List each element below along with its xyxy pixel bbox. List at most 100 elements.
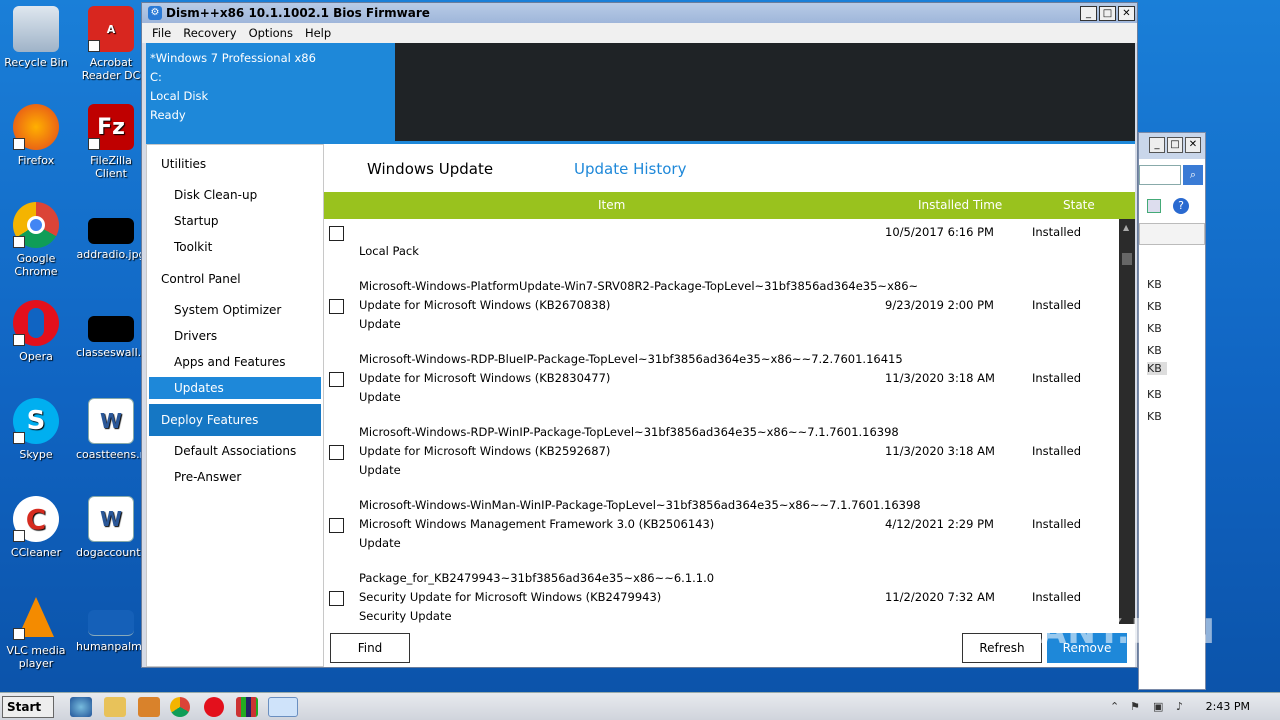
desktop-icon-ccleaner[interactable]: C CCleaner [1,496,71,559]
desktop-icon-dogaccounting[interactable]: W dogaccounti... [76,496,154,559]
maximize-icon[interactable]: □ [1167,137,1183,153]
desktop-icon-filezilla[interactable]: Fz FileZilla Client [76,104,146,180]
list-item[interactable]: Microsoft-Windows-WinMan-WinIP-Package-T… [324,491,1119,564]
opera-icon[interactable] [204,697,224,717]
row-title: Microsoft Windows Management Framework 3… [359,517,715,531]
column-item[interactable]: Item [598,192,625,219]
row-installed-time: 11/3/2020 3:18 AM [885,371,995,385]
explorer-icon[interactable] [104,697,126,717]
menu-recovery[interactable]: Recovery [177,26,242,40]
desktop-icon-label: Acrobat Reader DC [81,56,141,82]
vertical-scrollbar[interactable]: ▲ [1119,219,1135,624]
desktop-icon-chrome[interactable]: Google Chrome [1,202,71,278]
sidebar-group-deploy-features[interactable]: Deploy Features [149,404,321,436]
row-checkbox[interactable] [329,518,344,533]
volume-icon[interactable]: ♪ [1176,700,1183,713]
network-icon[interactable]: ▣ [1153,700,1163,713]
row-installed-time: 11/3/2020 3:18 AM [885,444,995,458]
winrar-icon[interactable] [236,697,258,717]
file-size: KB [1147,388,1162,401]
session-info-panel[interactable]: *Windows 7 Professional x86 C: Local Dis… [146,43,395,141]
dism-app-icon: ⚙ [148,6,162,20]
row-category: Update [359,536,401,550]
desktop-icon-label: classeswall.jpg [76,346,159,359]
sidebar-group-utilities[interactable]: Utilities [147,153,325,175]
sidebar-item-updates[interactable]: Updates [149,377,321,399]
find-button[interactable]: Find [330,633,410,663]
sidebar-item-apps-features[interactable]: Apps and Features [174,351,286,373]
column-state[interactable]: State [1063,192,1095,219]
refresh-button[interactable]: Refresh [962,633,1042,663]
dism-taskbar-icon[interactable] [268,697,298,717]
desktop-icon-label: CCleaner [10,546,62,559]
list-item[interactable]: Microsoft-Windows-RDP-BlueIP-Package-Top… [324,345,1119,418]
filezilla-icon: Fz [88,104,134,150]
sidebar-item-system-optimizer[interactable]: System Optimizer [174,299,281,321]
desktop-icon-coastteens[interactable]: W coastteens.rtf [76,398,152,461]
tray-expand-icon[interactable]: ⌃ [1110,700,1119,713]
desktop-icon-opera[interactable]: Opera [1,300,71,363]
desktop-icon-skype[interactable]: S Skype [1,398,71,461]
sidebar-item-startup[interactable]: Startup [174,210,219,232]
row-checkbox[interactable] [329,226,344,241]
row-title: Local Pack [359,244,419,258]
row-title: Update for Microsoft Windows (KB2670838) [359,298,611,312]
help-icon[interactable]: ? [1173,198,1189,214]
sidebar-item-default-associations[interactable]: Default Associations [174,440,296,462]
menu-help[interactable]: Help [299,26,337,40]
ie-icon[interactable] [70,697,92,717]
scrollbar-thumb[interactable] [1122,253,1132,265]
sidebar-item-disk-cleanup[interactable]: Disk Clean-up [174,184,257,206]
watermark-logo: ANY.RUN [1040,612,1216,652]
sidebar-group-control-panel[interactable]: Control Panel [147,268,325,290]
desktop-icon-addradio[interactable]: addradio.jpg [76,218,146,261]
firefox-icon [13,104,59,150]
list-item[interactable]: Microsoft-Windows-RDP-WinIP-Package-TopL… [324,418,1119,491]
file-size: KB [1147,410,1162,423]
minimize-button[interactable]: _ [1080,5,1097,21]
row-checkbox[interactable] [329,372,344,387]
row-state: Installed [1032,371,1081,385]
sidebar-item-drivers[interactable]: Drivers [174,325,217,347]
chrome-icon[interactable] [170,697,190,717]
desktop-icon-recycle-bin[interactable]: Recycle Bin [1,6,71,69]
sidebar-item-pre-answer[interactable]: Pre-Answer [174,466,241,488]
row-installed-time: 4/12/2021 2:29 PM [885,517,994,531]
tab-update-history[interactable]: Update History [574,160,686,178]
title-bar[interactable]: ⚙ Dism++x86 10.1.1002.1 Bios Firmware _ … [142,3,1137,23]
desktop-icon-acrobat[interactable]: A Acrobat Reader DC [76,6,146,82]
menu-file[interactable]: File [146,26,177,40]
row-checkbox[interactable] [329,299,344,314]
close-icon[interactable]: ✕ [1185,137,1201,153]
sidebar-item-toolkit[interactable]: Toolkit [174,236,212,258]
flag-icon[interactable]: ⚑ [1130,700,1140,713]
file-size: KB [1147,278,1162,291]
list-item[interactable]: Local Pack 10/5/2017 6:16 PM Installed [324,219,1119,258]
desktop-icon-classeswall[interactable]: classeswall.jpg [76,316,159,359]
column-installed-time[interactable]: Installed Time [918,192,1002,219]
desktop-icon-vlc[interactable]: VLC media player [1,594,71,670]
search-icon[interactable]: ⌕ [1183,165,1203,185]
menu-options[interactable]: Options [243,26,299,40]
list-item[interactable]: Microsoft-Windows-PlatformUpdate-Win7-SR… [324,272,1119,345]
pane-icon[interactable] [1147,199,1161,213]
close-button[interactable]: ✕ [1118,5,1135,21]
background-window[interactable]: _ □ ✕ ⌕ ? KB KB KB KB KB KB KB [1138,132,1206,690]
dism-window[interactable]: ⚙ Dism++x86 10.1.1002.1 Bios Firmware _ … [141,2,1138,668]
background-search-input[interactable] [1139,165,1181,185]
start-button[interactable]: Start [2,696,54,718]
clock[interactable]: 2:43 PM [1206,700,1250,713]
desktop-icon-humanpalm[interactable]: humanpalm... [76,610,152,653]
media-player-icon[interactable] [138,697,160,717]
ccleaner-icon: C [13,496,59,542]
column-header[interactable] [1139,223,1205,245]
row-checkbox[interactable] [329,445,344,460]
maximize-button[interactable]: □ [1099,5,1116,21]
desktop-icon-firefox[interactable]: Firefox [1,104,71,167]
scroll-up-icon[interactable]: ▲ [1123,223,1129,232]
tab-windows-update[interactable]: Windows Update [367,160,493,178]
minimize-icon[interactable]: _ [1149,137,1165,153]
file-size: KB [1147,322,1162,335]
list-item[interactable]: Package_for_KB2479943~31bf3856ad364e35~x… [324,564,1119,624]
row-checkbox[interactable] [329,591,344,606]
